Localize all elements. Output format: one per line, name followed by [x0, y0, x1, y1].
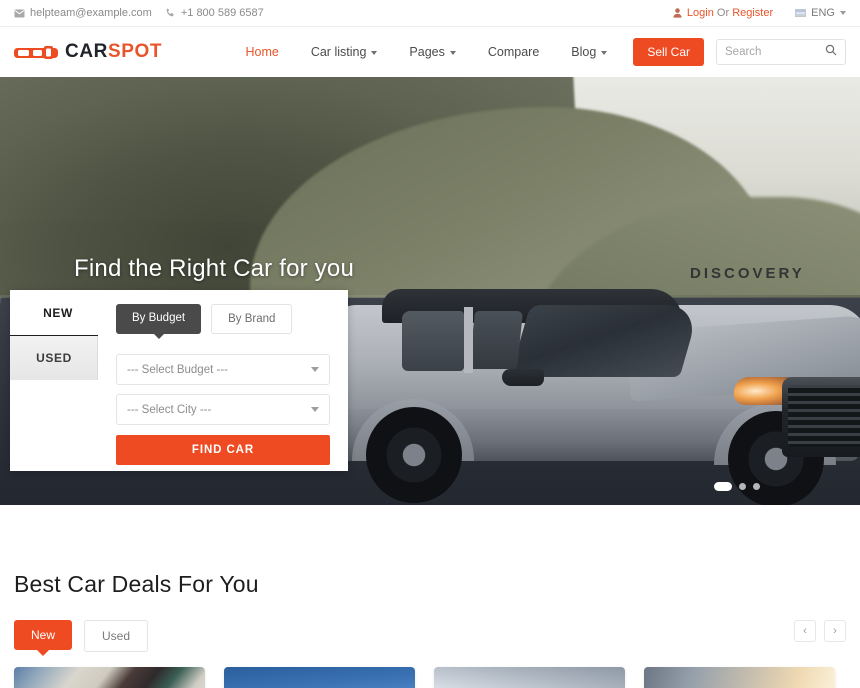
login-register-link[interactable]: Login Or Register [673, 7, 773, 19]
car-finder-widget: NEW USED By Budget By Brand --- Select B… [10, 290, 348, 471]
budget-select-value: --- Select Budget --- [127, 363, 228, 376]
contact-email-text: helpteam@example.com [30, 7, 152, 19]
car-logo-icon [14, 44, 58, 61]
language-label: ENG [811, 7, 835, 19]
carousel-prev-button[interactable]: ‹ [794, 620, 816, 642]
deal-card[interactable] [434, 667, 625, 688]
login-register-text[interactable]: Login Or Register [687, 7, 773, 19]
deals-toolbar: New Used ‹ › [14, 620, 846, 652]
login-or-text: Or [713, 7, 733, 19]
nav-item-blog-label: Blog [571, 45, 597, 59]
slider-dot-2[interactable] [739, 483, 746, 490]
car-windshield [509, 305, 701, 377]
nav-item-pages[interactable]: Pages [393, 45, 471, 59]
chevron-down-icon [311, 367, 319, 372]
mail-icon [14, 9, 25, 18]
slider-dot-1[interactable] [714, 482, 732, 491]
deal-card[interactable] [224, 667, 415, 688]
contact-phone[interactable]: +1 800 589 6587 [166, 7, 264, 19]
condition-tab-used[interactable]: USED [10, 335, 98, 380]
deals-tab-used[interactable]: Used [84, 620, 149, 652]
sell-car-button[interactable]: Sell Car [633, 38, 704, 66]
search-mode-by-budget[interactable]: By Budget [116, 304, 202, 334]
top-bar-account-group: Login Or Register ENG [673, 7, 846, 19]
chevron-down-icon [601, 51, 608, 55]
deal-card[interactable] [644, 667, 835, 688]
logo-text-secondary: SPOT [107, 41, 163, 62]
nav-item-blog[interactable]: Blog [555, 45, 623, 59]
login-text: Login [686, 7, 714, 19]
chevron-down-icon [449, 51, 456, 55]
contact-phone-text: +1 800 589 6587 [180, 7, 264, 19]
site-logo[interactable]: CARSPOT [14, 41, 162, 63]
city-select[interactable]: --- Select City --- [116, 394, 330, 425]
logo-text: CARSPOT [65, 41, 162, 63]
chevron-down-icon [840, 11, 846, 15]
deals-carousel-controls: ‹ › [794, 620, 846, 642]
deal-card-image [434, 667, 625, 688]
chevron-down-icon [311, 407, 319, 412]
search-mode-by-brand[interactable]: By Brand [211, 304, 293, 334]
nav-item-car-listing-label: Car listing [310, 45, 367, 59]
car-rear-window [402, 311, 464, 371]
deals-tab-new[interactable]: New [14, 620, 73, 650]
condition-tab-group: NEW USED [10, 290, 106, 380]
language-selector[interactable]: ENG [795, 7, 846, 19]
best-car-deals-section: Best Car Deals For You New Used ‹ › [0, 505, 860, 688]
condition-tab-new[interactable]: NEW [10, 290, 106, 335]
budget-select[interactable]: --- Select Budget --- [116, 354, 330, 385]
register-text: Register [732, 7, 774, 19]
deal-card-image [224, 667, 415, 688]
car-model-badge: DISCOVERY [690, 265, 805, 282]
section-title: Best Car Deals For You [14, 571, 259, 597]
car-side-window [468, 311, 524, 369]
header-search[interactable] [716, 39, 846, 65]
nav-item-car-listing[interactable]: Car listing [295, 45, 394, 59]
deal-card[interactable] [14, 667, 205, 688]
hero-slider-dots [714, 482, 760, 491]
main-navigation: Home Car listing Pages Compare Blog Sell… [229, 38, 846, 66]
finder-form: By Budget By Brand --- Select Budget ---… [106, 304, 348, 465]
nav-item-home-label: Home [245, 45, 279, 59]
search-input[interactable] [725, 46, 825, 58]
car-pillar [464, 307, 473, 373]
city-select-value: --- Select City --- [127, 403, 212, 416]
nav-item-home[interactable]: Home [229, 45, 294, 59]
nav-item-pages-label: Pages [409, 45, 445, 59]
deal-card-image [14, 667, 205, 688]
contact-email[interactable]: helpteam@example.com [14, 7, 152, 19]
deals-card-list [14, 667, 846, 688]
chevron-down-icon [371, 51, 378, 55]
carousel-next-button[interactable]: › [824, 620, 846, 642]
top-bar-contact-group: helpteam@example.com +1 800 589 6587 [14, 7, 264, 19]
car-side-mirror [502, 369, 544, 386]
logo-text-primary: CAR [65, 41, 108, 62]
search-icon[interactable] [825, 43, 837, 61]
phone-icon [166, 8, 176, 18]
main-header: CARSPOT Home Car listing Pages Compare B… [0, 27, 860, 77]
car-grille [782, 377, 860, 457]
flag-icon [795, 9, 807, 17]
hero-slider: DISCOVERY Find the Right Car for you NEW… [0, 77, 860, 505]
find-car-button[interactable]: FIND CAR [116, 435, 330, 465]
search-mode-group: By Budget By Brand [106, 304, 348, 334]
nav-item-compare-label: Compare [487, 45, 540, 59]
slider-dot-3[interactable] [753, 483, 760, 490]
hero-title: Find the Right Car for you [74, 255, 354, 282]
nav-item-compare[interactable]: Compare [472, 45, 555, 59]
deal-card-image [644, 667, 835, 688]
car-wheel-rear [366, 407, 462, 503]
top-bar: helpteam@example.com +1 800 589 6587 Log… [0, 0, 860, 27]
user-icon [673, 8, 682, 18]
